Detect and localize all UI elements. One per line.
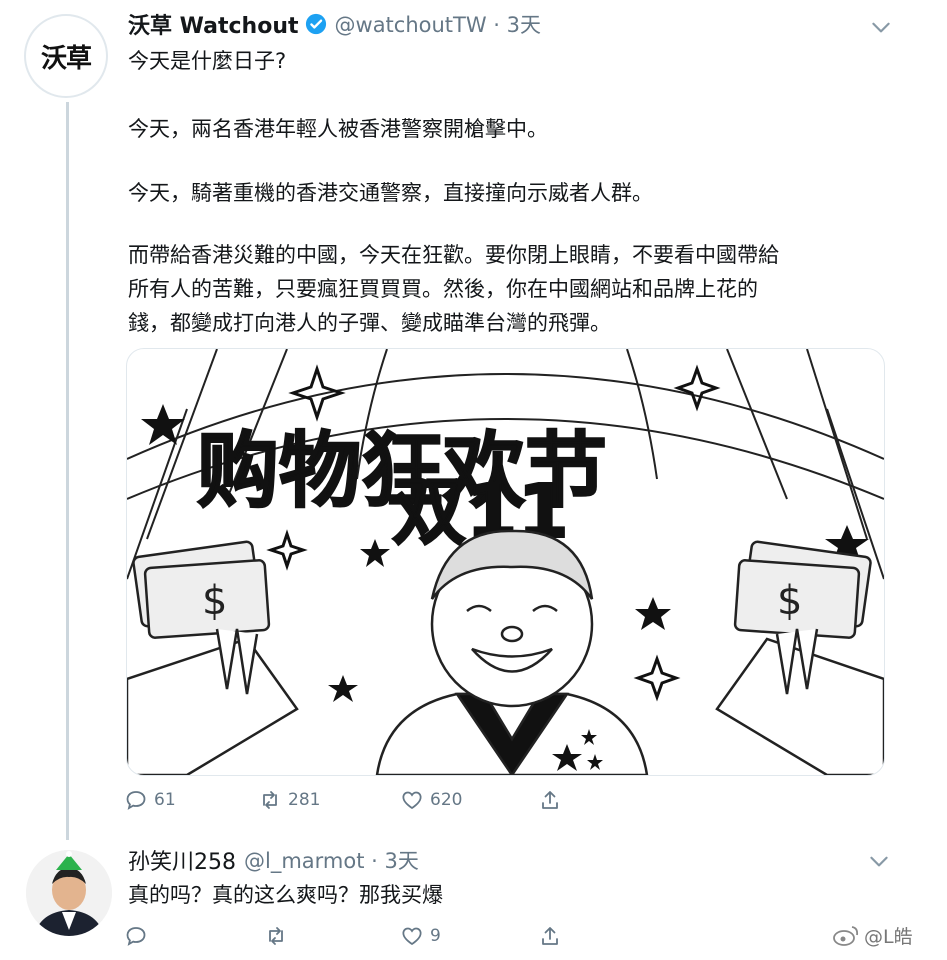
retweet-button[interactable]: [264, 924, 288, 948]
handle-and-time[interactable]: @watchoutTW · 3天: [335, 9, 542, 39]
avatar-logo-text: 沃草: [40, 43, 92, 74]
like-count: 9: [430, 926, 441, 946]
avatar[interactable]: [26, 850, 112, 936]
reply-icon: [126, 791, 146, 810]
tweet-text-line: 而帶給香港災難的中國，今天在狂歡。要你閉上眼睛，不要看中國帶給: [128, 243, 779, 267]
tweet-text-line: 今天，騎著重機的香港交通警察，直接撞向示威者人群。: [128, 181, 653, 205]
tweet-image[interactable]: 购物狂欢节 双11 $ $: [126, 348, 885, 776]
tweet-header: 沃草 Watchout @watchoutTW · 3天: [128, 6, 541, 42]
like-button[interactable]: 9: [400, 924, 441, 948]
like-icon: [402, 791, 422, 810]
reply-icon: [126, 927, 146, 946]
tweet-text-line: 今天，兩名香港年輕人被香港警察開槍擊中。: [128, 117, 548, 141]
share-button[interactable]: [538, 924, 562, 948]
tweet-header: 孙笑川258 @l_marmot · 3天: [128, 842, 419, 878]
weibo-watermark: @L皓: [832, 922, 913, 949]
reply-button[interactable]: 61: [124, 788, 176, 812]
thread-line: [66, 102, 69, 840]
retweet-count: 281: [288, 790, 321, 810]
tweet-text: 真的吗？真的这么爽吗？那我买爆: [128, 883, 443, 907]
reply-count: 61: [154, 790, 176, 810]
display-name[interactable]: 沃草 Watchout: [128, 8, 299, 40]
watermark-text: @L皓: [864, 926, 913, 948]
chevron-down-icon[interactable]: [868, 14, 894, 40]
retweet-icon: [269, 927, 283, 945]
shopping-festival-illustration: 购物狂欢节 双11 $ $: [127, 349, 884, 775]
like-icon: [402, 927, 422, 946]
tweet-text-line: 錢，都變成打向港人的子彈、變成瞄準台灣的飛彈。: [128, 311, 611, 335]
like-count: 620: [430, 790, 463, 810]
avatar[interactable]: 沃草: [24, 14, 108, 98]
verified-badge-icon: [305, 13, 326, 35]
tweet-text-line: 今天是什麼日子?: [128, 49, 287, 73]
tweet-text-line: 所有人的苦難，只要瘋狂買買買。然後，你在中國網站和品牌上花的: [128, 277, 758, 301]
like-button[interactable]: 620: [400, 788, 462, 812]
svg-text:$: $: [777, 578, 802, 624]
weibo-icon: [833, 925, 859, 946]
share-icon: [542, 791, 558, 809]
display-name[interactable]: 孙笑川258: [128, 844, 236, 876]
share-icon: [542, 927, 558, 945]
retweet-button[interactable]: 281: [258, 788, 320, 812]
handle-and-time[interactable]: @l_marmot · 3天: [244, 845, 419, 875]
svg-text:$: $: [202, 578, 227, 624]
share-button[interactable]: [538, 788, 562, 812]
retweet-icon: [263, 791, 277, 809]
reply-button[interactable]: [124, 924, 148, 948]
user-photo: [26, 850, 112, 936]
chevron-down-icon[interactable]: [866, 848, 892, 874]
